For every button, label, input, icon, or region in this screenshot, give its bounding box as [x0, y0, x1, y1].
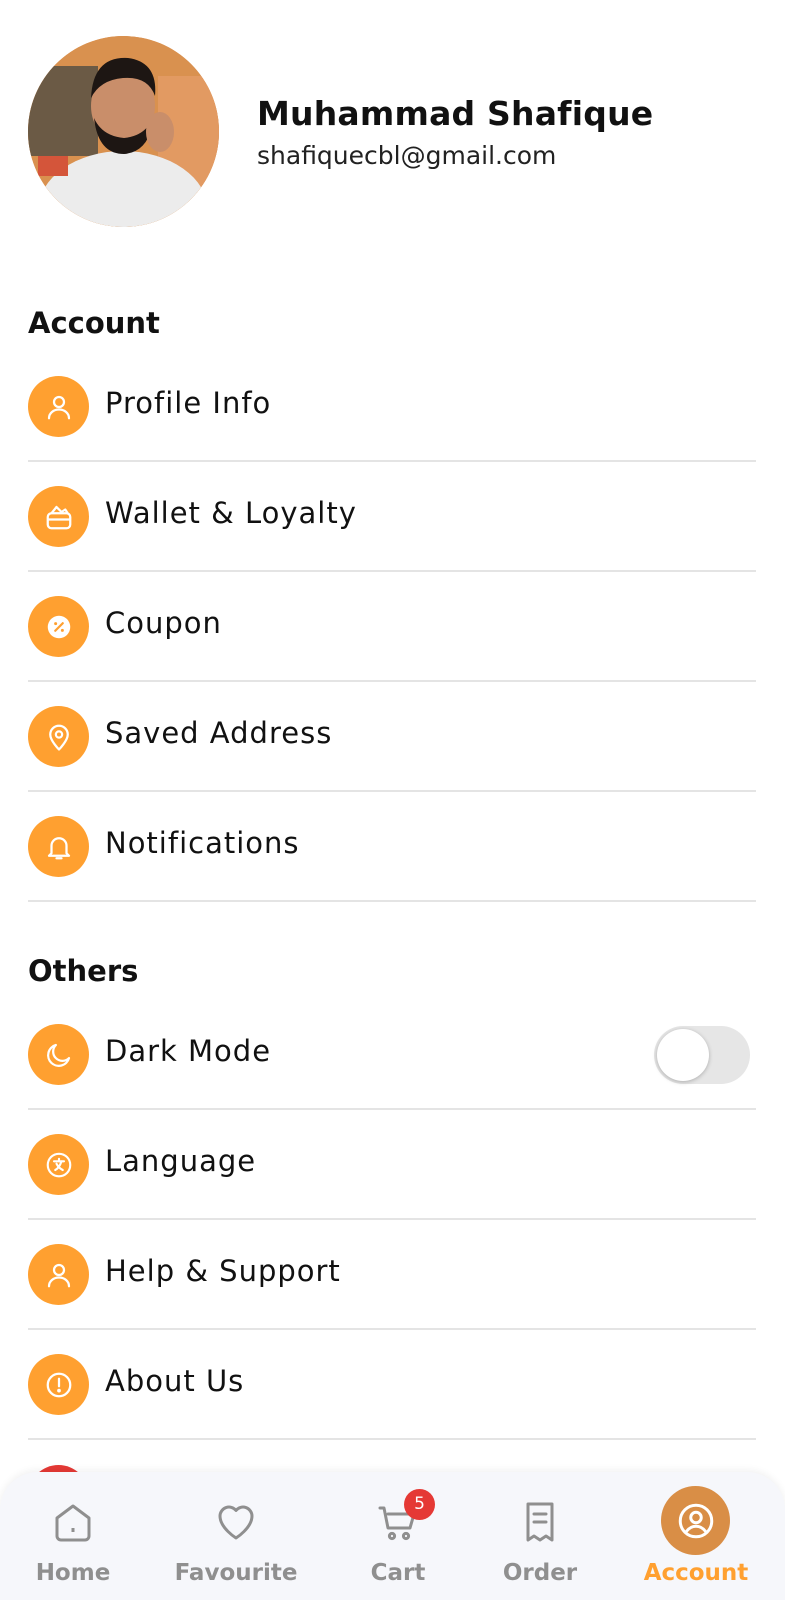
- user-icon: [28, 376, 89, 437]
- nav-account[interactable]: Account: [621, 1472, 771, 1600]
- menu-item-saved-address[interactable]: Saved Address: [28, 682, 756, 792]
- nav-home[interactable]: Home: [0, 1472, 148, 1600]
- nav-order[interactable]: Order: [465, 1472, 615, 1600]
- nav-favourite[interactable]: Favourite: [161, 1472, 311, 1600]
- others-menu: Dark Mode Language Help & Support About …: [28, 1000, 756, 1440]
- coupon-icon: [28, 596, 89, 657]
- menu-item-coupon[interactable]: Coupon: [28, 572, 756, 682]
- bell-icon: [28, 816, 89, 877]
- profile-name: Muhammad Shafique: [257, 94, 654, 133]
- menu-item-notifications[interactable]: Notifications: [28, 792, 756, 902]
- account-icon: [661, 1486, 730, 1555]
- user-icon: [28, 1244, 89, 1305]
- menu-item-label: Notifications: [105, 826, 300, 860]
- language-icon: [28, 1134, 89, 1195]
- nav-label: Home: [35, 1560, 111, 1586]
- heart-icon: [212, 1498, 260, 1546]
- avatar[interactable]: [28, 36, 219, 227]
- menu-item-label: About Us: [105, 1364, 245, 1398]
- receipt-icon: [516, 1498, 564, 1546]
- menu-item-language[interactable]: Language: [28, 1110, 756, 1220]
- nav-label: Favourite: [174, 1560, 298, 1586]
- nav-label: Account: [643, 1560, 749, 1586]
- wallet-icon: [28, 486, 89, 547]
- profile-email: shafiquecbl@gmail.com: [257, 141, 557, 170]
- account-menu: Profile Info Wallet & Loyalty Coupon Sav…: [28, 368, 756, 902]
- menu-item-profile-info[interactable]: Profile Info: [28, 368, 756, 462]
- profile-header: Muhammad Shafique shafiquecbl@gmail.com: [28, 36, 758, 230]
- moon-icon: [28, 1024, 89, 1085]
- account-section-title: Account: [28, 306, 160, 340]
- menu-item-label: Profile Info: [105, 386, 272, 420]
- nav-cart[interactable]: Cart: [323, 1472, 473, 1600]
- bottom-navigation: Home Favourite Cart Order Account: [0, 1472, 785, 1600]
- home-icon: [49, 1498, 97, 1546]
- menu-item-label: Wallet & Loyalty: [105, 496, 357, 530]
- account-screen: Muhammad Shafique shafiquecbl@gmail.com …: [0, 0, 785, 1600]
- menu-item-label: Saved Address: [105, 716, 333, 750]
- menu-item-label: Coupon: [105, 606, 222, 640]
- menu-item-about-us[interactable]: About Us: [28, 1330, 756, 1440]
- menu-item-label: Help & Support: [105, 1254, 341, 1288]
- dark-mode-toggle[interactable]: [654, 1026, 750, 1084]
- menu-item-dark-mode[interactable]: Dark Mode: [28, 1000, 756, 1110]
- cart-badge: 5: [404, 1489, 435, 1520]
- menu-item-wallet-loyalty[interactable]: Wallet & Loyalty: [28, 462, 756, 572]
- nav-label: Cart: [370, 1560, 426, 1586]
- location-pin-icon: [28, 706, 89, 767]
- menu-item-label: Dark Mode: [105, 1034, 272, 1068]
- menu-item-label: Language: [105, 1144, 257, 1178]
- toggle-knob: [657, 1029, 709, 1081]
- info-icon: [28, 1354, 89, 1415]
- menu-item-help-support[interactable]: Help & Support: [28, 1220, 756, 1330]
- nav-label: Order: [502, 1560, 578, 1586]
- others-section-title: Others: [28, 954, 139, 988]
